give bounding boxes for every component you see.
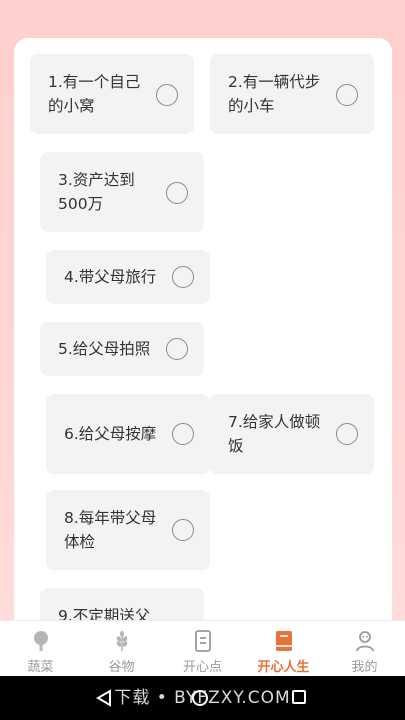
tab-happy-life[interactable]: 开心人生 <box>243 621 324 677</box>
tab-label: 蔬菜 <box>27 660 54 675</box>
book-icon <box>276 631 292 651</box>
radio-button[interactable] <box>336 84 358 106</box>
wish-item-7[interactable]: 7.给家人做顿 饭 <box>210 394 374 474</box>
radio-button[interactable] <box>172 266 194 288</box>
radio-button[interactable] <box>172 423 194 445</box>
radio-button[interactable] <box>336 423 358 445</box>
wish-item-label: 4.带父母旅行 <box>64 268 157 286</box>
radio-button[interactable] <box>166 182 188 204</box>
wish-item-label: 2.有一辆代步 <box>228 73 321 91</box>
radio-button[interactable] <box>172 519 194 541</box>
wish-item-5[interactable]: 5.给父母拍照 <box>40 322 204 376</box>
watermark-text: 下载 • BYFZXY.COM <box>114 688 291 708</box>
wish-list-card: 1.有一个自己 的小窝 2.有一辆代步 的小车 3.资产达到 500万 4.带父… <box>14 38 392 638</box>
wish-item-3[interactable]: 3.资产达到 500万 <box>40 152 204 232</box>
tab-label: 开心人生 <box>257 660 310 675</box>
wish-item-label: 的小窝 <box>48 97 95 115</box>
radio-button[interactable] <box>156 84 178 106</box>
tab-mine[interactable]: 我的 <box>324 621 405 677</box>
wish-item-label: 5.给父母拍照 <box>58 340 151 358</box>
tab-label: 开心点 <box>182 660 222 675</box>
wish-item-8[interactable]: 8.每年带父母 体检 <box>46 490 210 570</box>
tab-label: 我的 <box>351 660 378 675</box>
tab-vegetables[interactable]: 蔬菜 <box>0 621 81 677</box>
wish-item-label: 8.每年带父母 <box>64 509 157 527</box>
document-icon <box>195 630 211 652</box>
wheat-icon <box>116 631 128 651</box>
wish-item-2[interactable]: 2.有一辆代步 的小车 <box>210 54 374 134</box>
wish-item-label: 1.有一个自己 <box>48 73 141 91</box>
wish-item-label: 3.资产达到 <box>58 171 135 189</box>
wish-item-label: 6.给父母按摩 <box>64 425 157 443</box>
radio-button[interactable] <box>166 338 188 360</box>
tab-happy-points[interactable]: 开心点 <box>162 621 243 677</box>
wish-item-6[interactable]: 6.给父母按摩 <box>46 394 210 474</box>
bottom-tab-bar: 蔬菜 谷物 开心点 开心人生 我的 <box>0 620 405 676</box>
wish-item-label: 体检 <box>64 533 96 551</box>
wish-item-label: 500万 <box>58 195 104 213</box>
wish-item-1[interactable]: 1.有一个自己 的小窝 <box>30 54 194 134</box>
wish-item-label: 7.给家人做顿 <box>228 413 321 431</box>
wish-item-label: 饭 <box>228 437 244 455</box>
tab-label: 谷物 <box>108 660 135 675</box>
wish-item-label: 的小车 <box>228 97 275 115</box>
person-icon <box>356 631 374 652</box>
wish-item-4[interactable]: 4.带父母旅行 <box>46 250 210 304</box>
tab-grains[interactable]: 谷物 <box>81 621 162 677</box>
tree-icon <box>34 631 48 651</box>
